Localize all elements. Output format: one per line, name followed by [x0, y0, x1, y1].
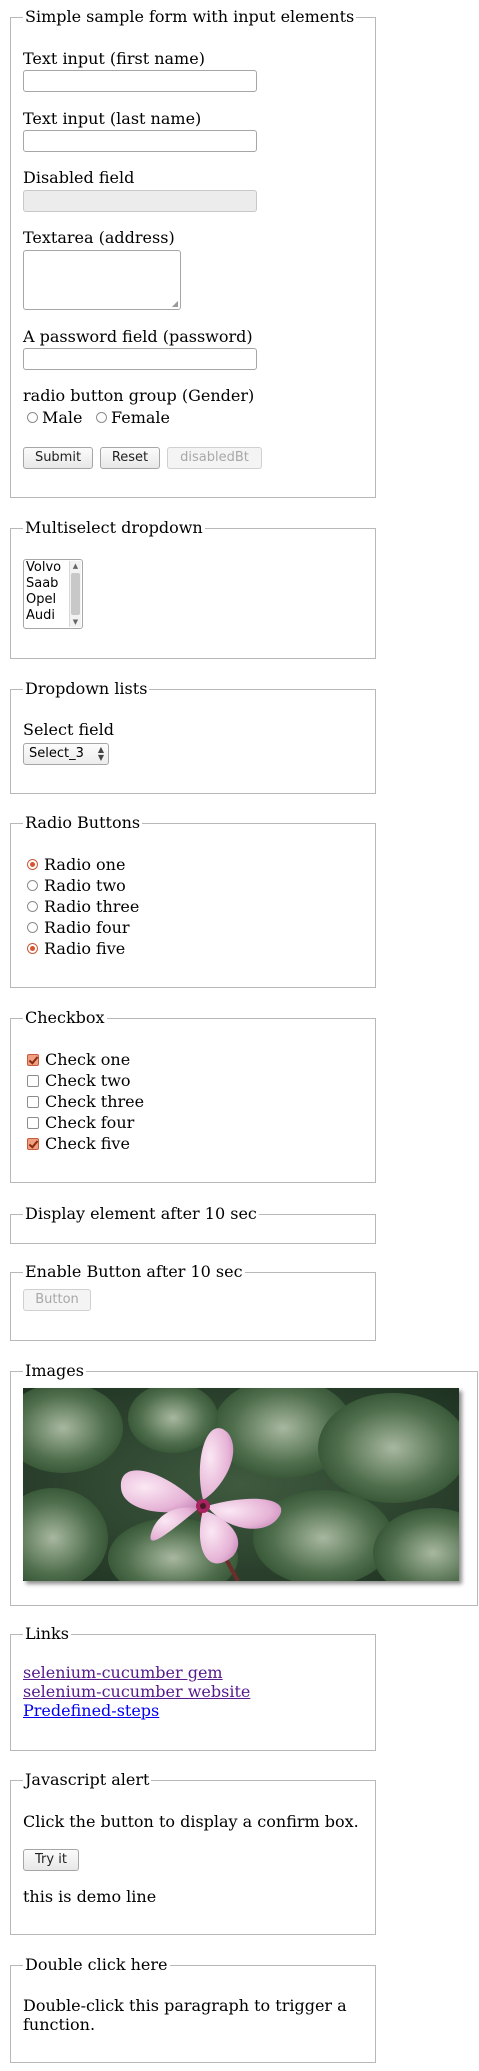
- js-alert-legend: Javascript alert: [23, 1770, 152, 1790]
- display-after-legend: Display element after 10 sec: [23, 1204, 259, 1224]
- checkbox-two[interactable]: [27, 1074, 39, 1087]
- select-field-label: Select field: [23, 720, 114, 739]
- first-name-input[interactable]: [23, 70, 257, 92]
- checkbox-one[interactable]: [27, 1053, 39, 1066]
- select-field-value: Select_3: [29, 746, 84, 761]
- gender-female-label: Female: [111, 407, 170, 427]
- address-label: Textarea (address): [23, 228, 175, 247]
- reset-button[interactable]: Reset: [100, 447, 160, 469]
- delayed-button: Button: [23, 1289, 91, 1311]
- disabled-field-input: [23, 190, 257, 212]
- password-input[interactable]: [23, 348, 257, 370]
- double-click-fieldset: Double click here Double-click this para…: [10, 1955, 376, 2063]
- radio-option-five[interactable]: Radio five: [27, 938, 125, 959]
- check-option-one[interactable]: Check one: [27, 1049, 130, 1070]
- disabled-button: disabledBt: [167, 447, 262, 469]
- disabled-field-label: Disabled field: [23, 168, 135, 187]
- gender-male-label: Male: [42, 407, 83, 427]
- radio-option-two[interactable]: Radio two: [27, 875, 126, 896]
- checkbox-three[interactable]: [27, 1095, 39, 1108]
- double-click-legend: Double click here: [23, 1955, 170, 1975]
- radio-four[interactable]: [27, 922, 38, 933]
- radio-one[interactable]: [27, 859, 38, 870]
- multiselect-listbox[interactable]: Volvo Saab Opel Audi ▲ ▼: [23, 559, 83, 629]
- radio-buttons-fieldset: Radio Buttons Radio one Radio two Radio …: [10, 813, 376, 988]
- radio-option-one[interactable]: Radio one: [27, 854, 125, 875]
- double-click-text-line1: Double-click this paragraph to trigger a: [23, 1996, 347, 2015]
- checkbox-five[interactable]: [27, 1137, 39, 1150]
- images-fieldset: Images: [10, 1361, 478, 1606]
- submit-button[interactable]: Submit: [23, 447, 93, 469]
- radio-three-label: Radio three: [44, 896, 140, 916]
- enable-after-legend: Enable Button after 10 sec: [23, 1262, 245, 1282]
- checkbox-legend: Checkbox: [23, 1008, 107, 1028]
- listbox-scrollbar[interactable]: ▲ ▼: [69, 561, 81, 627]
- simple-form-fieldset: Simple sample form with input elements T…: [10, 7, 376, 498]
- enable-after-fieldset: Enable Button after 10 sec Button: [10, 1262, 376, 1341]
- flower-image: [23, 1388, 459, 1581]
- check-option-three[interactable]: Check three: [27, 1091, 144, 1112]
- check-one-label: Check one: [45, 1049, 131, 1069]
- links-fieldset: Links selenium-cucumber gem selenium-cuc…: [10, 1624, 376, 1751]
- double-click-text-line2: function.: [23, 2015, 96, 2034]
- check-option-two[interactable]: Check two: [27, 1070, 131, 1091]
- scroll-down-icon[interactable]: ▼: [70, 617, 81, 627]
- radio-five-label: Radio five: [44, 938, 126, 958]
- scrollbar-thumb[interactable]: [71, 573, 80, 615]
- check-three-label: Check three: [45, 1091, 145, 1111]
- checkbox-fieldset: Checkbox Check one Check two Check three…: [10, 1008, 376, 1183]
- double-click-paragraph[interactable]: Double-click this paragraph to trigger a…: [23, 1996, 347, 2034]
- gender-label: radio button group (Gender): [23, 386, 255, 405]
- link-selenium-cucumber-website[interactable]: selenium-cucumber website: [23, 1682, 250, 1701]
- display-after-fieldset: Display element after 10 sec: [10, 1204, 376, 1244]
- check-five-label: Check five: [45, 1133, 130, 1153]
- js-alert-fieldset: Javascript alert Click the button to dis…: [10, 1770, 376, 1935]
- select-field-dropdown[interactable]: Select_3 ▲ ▼: [23, 743, 109, 765]
- resize-grip-icon[interactable]: ◢: [172, 300, 178, 308]
- radio-four-label: Radio four: [44, 917, 130, 937]
- check-four-label: Check four: [45, 1112, 135, 1132]
- dropdown-legend: Dropdown lists: [23, 679, 150, 699]
- radio-buttons-legend: Radio Buttons: [23, 813, 143, 833]
- chevron-updown-icon: ▲ ▼: [97, 745, 104, 762]
- link-selenium-cucumber-gem[interactable]: selenium-cucumber gem: [23, 1663, 223, 1682]
- link-predefined-steps[interactable]: Predefined-steps: [23, 1701, 159, 1720]
- radio-two-label: Radio two: [44, 875, 126, 895]
- first-name-label: Text input (first name): [23, 49, 205, 68]
- radio-five[interactable]: [27, 943, 38, 954]
- check-two-label: Check two: [45, 1070, 131, 1090]
- demo-line-text: this is demo line: [23, 1887, 157, 1906]
- radio-one-label: Radio one: [44, 854, 126, 874]
- multiselect-fieldset: Multiselect dropdown Volvo Saab Opel Aud…: [10, 518, 376, 659]
- try-it-button[interactable]: Try it: [23, 1849, 79, 1871]
- dropdown-fieldset: Dropdown lists Select field Select_3 ▲ ▼: [10, 679, 376, 794]
- gender-male-option[interactable]: Male: [27, 407, 83, 428]
- radio-three[interactable]: [27, 901, 38, 912]
- simple-form-legend: Simple sample form with input elements: [23, 7, 357, 27]
- radio-option-three[interactable]: Radio three: [27, 896, 139, 917]
- address-textarea[interactable]: ◢: [23, 250, 181, 310]
- links-legend: Links: [23, 1624, 71, 1644]
- gender-female-option[interactable]: Female: [96, 407, 170, 428]
- radio-two[interactable]: [27, 880, 38, 891]
- last-name-input[interactable]: [23, 130, 257, 152]
- radio-option-four[interactable]: Radio four: [27, 917, 130, 938]
- password-label: A password field (password): [23, 327, 253, 346]
- radio-female[interactable]: [96, 412, 107, 423]
- radio-male[interactable]: [27, 412, 38, 423]
- multiselect-legend: Multiselect dropdown: [23, 518, 205, 538]
- checkbox-four[interactable]: [27, 1116, 39, 1129]
- check-option-four[interactable]: Check four: [27, 1112, 134, 1133]
- last-name-label: Text input (last name): [23, 109, 202, 128]
- images-legend: Images: [23, 1361, 86, 1381]
- alert-description: Click the button to display a confirm bo…: [23, 1812, 359, 1831]
- scroll-up-icon[interactable]: ▲: [70, 561, 81, 571]
- flower-photo-icon: [23, 1388, 459, 1581]
- check-option-five[interactable]: Check five: [27, 1133, 130, 1154]
